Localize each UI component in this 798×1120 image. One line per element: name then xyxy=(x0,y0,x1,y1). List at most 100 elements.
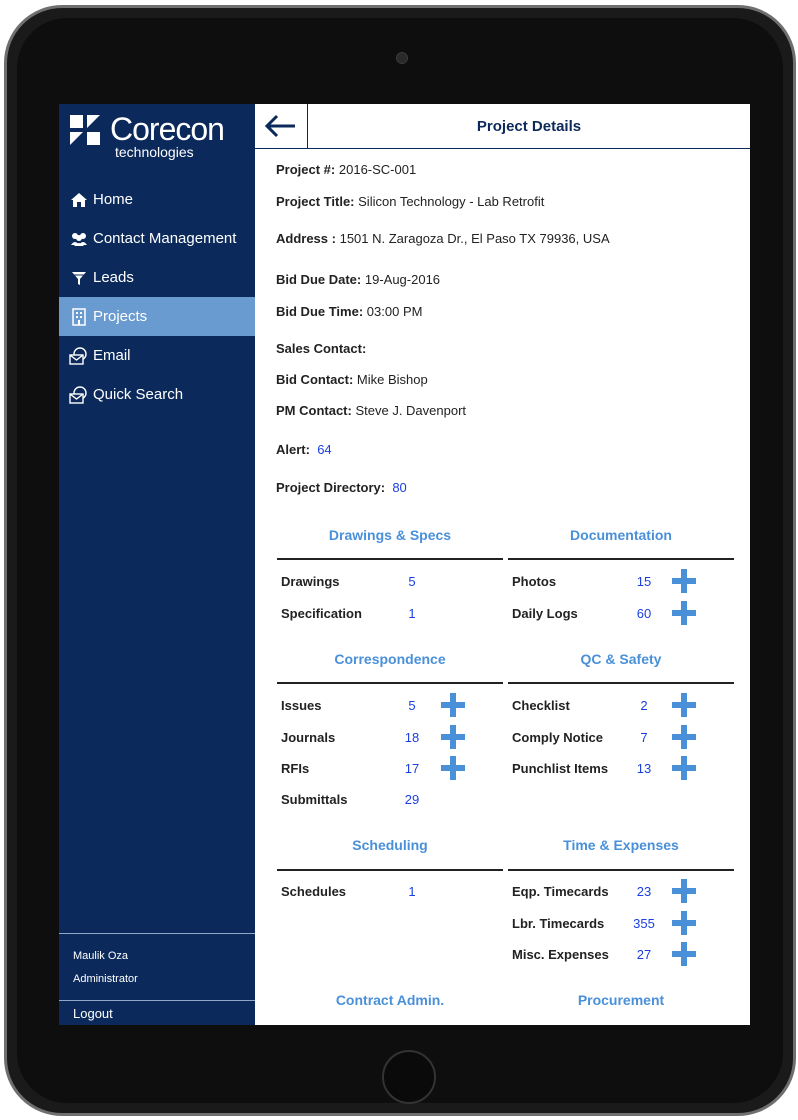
count-checklist[interactable]: 2 xyxy=(624,698,664,713)
add-rfi-icon[interactable] xyxy=(441,756,465,780)
add-daily-log-icon[interactable] xyxy=(672,601,696,625)
divider xyxy=(277,682,503,684)
bid-due-date: Bid Due Date: 19-Aug-2016 xyxy=(276,272,441,287)
home-button[interactable] xyxy=(382,1050,436,1104)
arrow-left-icon[interactable] xyxy=(259,110,299,142)
sidebar-item-label: Projects xyxy=(93,308,148,325)
logo-mark-icon xyxy=(70,115,100,145)
item-punchlist[interactable]: Punchlist Items xyxy=(512,761,608,776)
sidebar-item-label: Quick Search xyxy=(93,386,184,403)
add-lbr-timecard-icon[interactable] xyxy=(672,911,696,935)
item-submittals[interactable]: Submittals xyxy=(281,792,347,807)
email-icon xyxy=(69,346,89,365)
sidebar-item-label: Leads xyxy=(93,269,134,286)
add-checklist-icon[interactable] xyxy=(672,693,696,717)
brand-subtitle: technologies xyxy=(115,144,194,160)
main-content: Project Details Project #: 2016-SC-001 P… xyxy=(255,104,750,1025)
count-misc-expenses[interactable]: 27 xyxy=(624,947,664,962)
logo: Corecon technologies xyxy=(68,113,238,163)
section-title-correspondence: Correspondence xyxy=(334,651,446,667)
item-misc-expenses[interactable]: Misc. Expenses xyxy=(512,947,609,962)
item-eqp-timecards[interactable]: Eqp. Timecards xyxy=(512,884,609,899)
count-specification[interactable]: 1 xyxy=(392,606,432,621)
app-screen: Corecon technologies Home Contact Manage… xyxy=(59,104,750,1025)
item-drawings[interactable]: Drawings xyxy=(281,574,340,589)
item-photos[interactable]: Photos xyxy=(512,574,556,589)
count-drawings[interactable]: 5 xyxy=(392,574,432,589)
project-title: Project Title: Silicon Technology - Lab … xyxy=(276,194,545,209)
count-rfis[interactable]: 17 xyxy=(392,761,432,776)
header: Project Details xyxy=(255,104,750,149)
directory-link[interactable]: 80 xyxy=(392,480,406,495)
camera xyxy=(396,52,408,64)
project-address: Address : 1501 N. Zaragoza Dr., El Paso … xyxy=(276,231,610,246)
count-issues[interactable]: 5 xyxy=(392,698,432,713)
count-punchlist[interactable]: 13 xyxy=(624,761,664,776)
item-specification[interactable]: Specification xyxy=(281,606,362,621)
section-title-contract-admin: Contract Admin. xyxy=(335,992,445,1008)
sidebar-item-quick-search[interactable]: Quick Search xyxy=(59,375,255,414)
home-icon xyxy=(69,191,89,209)
item-lbr-timecards[interactable]: Lbr. Timecards xyxy=(512,916,604,931)
alert-link[interactable]: 64 xyxy=(317,442,331,457)
bid-contact: Bid Contact: Mike Bishop xyxy=(276,372,428,387)
add-comply-notice-icon[interactable] xyxy=(672,725,696,749)
add-photo-icon[interactable] xyxy=(672,569,696,593)
sidebar-item-email[interactable]: Email xyxy=(59,336,255,375)
sidebar: Corecon technologies Home Contact Manage… xyxy=(59,104,255,1025)
count-submittals[interactable]: 29 xyxy=(392,792,432,807)
item-checklist[interactable]: Checklist xyxy=(512,698,570,713)
user-name: Maulik Oza xyxy=(73,950,129,962)
item-schedules[interactable]: Schedules xyxy=(281,884,346,899)
sidebar-item-label: Home xyxy=(93,191,134,208)
count-eqp-timecards[interactable]: 23 xyxy=(624,884,664,899)
page-title: Project Details xyxy=(476,118,582,135)
add-eqp-timecard-icon[interactable] xyxy=(672,879,696,903)
brand-name: Corecon xyxy=(110,111,225,147)
item-issues[interactable]: Issues xyxy=(281,698,321,713)
item-comply-notice[interactable]: Comply Notice xyxy=(512,730,603,745)
count-daily-logs[interactable]: 60 xyxy=(624,606,664,621)
project-directory-row: Project Directory: 80 xyxy=(276,480,407,495)
count-photos[interactable]: 15 xyxy=(624,574,664,589)
sidebar-nav: Home Contact Management Leads Projects E… xyxy=(59,180,255,414)
sidebar-item-contact-management[interactable]: Contact Management xyxy=(59,219,255,258)
item-journals[interactable]: Journals xyxy=(281,730,335,745)
add-journal-icon[interactable] xyxy=(441,725,465,749)
count-schedules[interactable]: 1 xyxy=(392,884,432,899)
sales-contact: Sales Contact: xyxy=(276,341,367,356)
sidebar-item-projects[interactable]: Projects xyxy=(59,297,255,336)
divider xyxy=(59,1000,255,1001)
section-title-scheduling: Scheduling xyxy=(352,837,428,853)
count-comply-notice[interactable]: 7 xyxy=(624,730,664,745)
bid-due-time: Bid Due Time: 03:00 PM xyxy=(276,304,423,319)
add-issue-icon[interactable] xyxy=(441,693,465,717)
divider xyxy=(508,869,734,871)
search-icon xyxy=(69,385,89,404)
add-punchlist-icon[interactable] xyxy=(672,756,696,780)
divider xyxy=(508,558,734,560)
logout-link[interactable]: Logout xyxy=(73,1006,113,1021)
section-title-qc-safety: QC & Safety xyxy=(580,651,662,667)
sidebar-item-home[interactable]: Home xyxy=(59,180,255,219)
divider xyxy=(277,869,503,871)
building-icon xyxy=(69,307,89,326)
user-info: Maulik Oza Administrator xyxy=(59,933,255,985)
sidebar-item-label: Contact Management xyxy=(93,230,237,247)
section-title-documentation: Documentation xyxy=(570,527,672,543)
section-title-time-expenses: Time & Expenses xyxy=(563,837,679,853)
sidebar-item-leads[interactable]: Leads xyxy=(59,258,255,297)
alert-row: Alert: 64 xyxy=(276,442,332,457)
sidebar-item-label: Email xyxy=(93,347,131,364)
pm-contact: PM Contact: Steve J. Davenport xyxy=(276,403,467,418)
item-daily-logs[interactable]: Daily Logs xyxy=(512,606,578,621)
contacts-icon xyxy=(69,230,89,248)
project-number: Project #: 2016-SC-001 xyxy=(276,162,417,177)
item-rfis[interactable]: RFIs xyxy=(281,761,309,776)
count-lbr-timecards[interactable]: 355 xyxy=(624,916,664,931)
add-misc-expense-icon[interactable] xyxy=(672,942,696,966)
section-title-drawings: Drawings & Specs xyxy=(328,527,452,543)
count-journals[interactable]: 18 xyxy=(392,730,432,745)
section-title-procurement: Procurement xyxy=(577,992,665,1008)
divider xyxy=(508,682,734,684)
